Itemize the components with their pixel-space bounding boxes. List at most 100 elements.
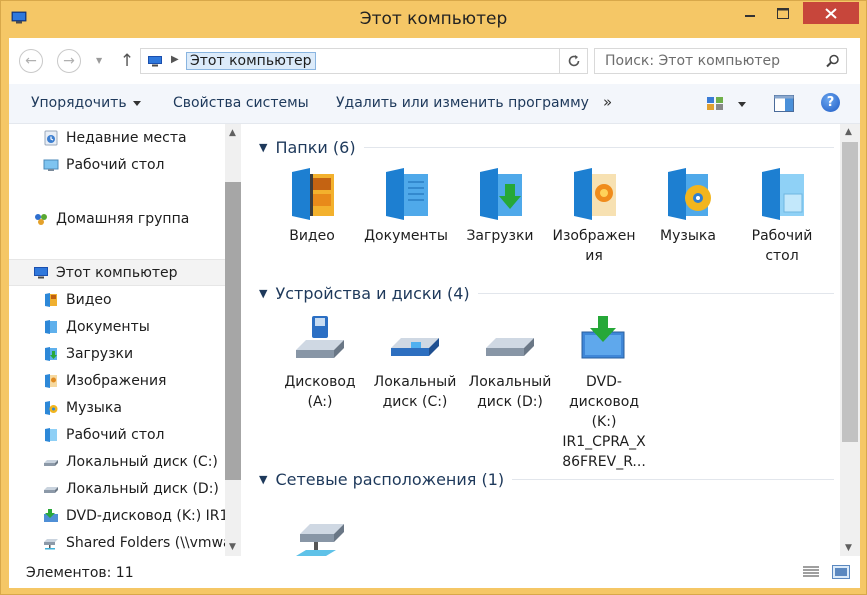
chevron-down-icon[interactable]: ▼ bbox=[259, 287, 267, 300]
music-folder-icon bbox=[45, 400, 58, 415]
search-box[interactable]: Поиск: Этот компьютер bbox=[594, 48, 847, 74]
search-input[interactable]: Поиск: Этот компьютер bbox=[605, 53, 780, 69]
drive-tile[interactable]: Локальный диск (C:) bbox=[370, 312, 460, 412]
desktop-icon bbox=[43, 159, 59, 171]
sidebar-item-shared-folders[interactable]: Shared Folders (\\vmwa bbox=[9, 529, 225, 556]
sidebar-item-label: Музыка bbox=[66, 399, 122, 416]
arrow-right-icon: → bbox=[63, 53, 75, 69]
sidebar-item-label: Shared Folders (\\vmwa bbox=[66, 534, 225, 551]
sidebar-item-label: Недавние места bbox=[66, 129, 187, 146]
address-path[interactable]: Этот компьютер bbox=[186, 52, 316, 70]
local-disk-icon bbox=[44, 459, 58, 466]
folder-tile[interactable]: Документы bbox=[361, 166, 451, 246]
folder-tile[interactable]: Видео bbox=[267, 166, 357, 246]
group-header-devices[interactable]: ▼ Устройства и диски (4) bbox=[259, 284, 834, 303]
sidebar-item-desktop-folder[interactable]: Рабочий стол bbox=[9, 421, 225, 448]
scrollbar-thumb[interactable] bbox=[842, 142, 858, 442]
folder-tile[interactable]: Музыка bbox=[643, 166, 733, 246]
sidebar-item-music[interactable]: Музыка bbox=[9, 394, 225, 421]
floppy-drive-icon bbox=[296, 316, 344, 358]
large-icons-view-icon[interactable] bbox=[832, 565, 850, 579]
up-button[interactable]: ↑ bbox=[117, 51, 137, 71]
sidebar-item-pictures[interactable]: Изображения bbox=[9, 367, 225, 394]
drive-tile[interactable]: Локальный диск (D:) bbox=[465, 312, 555, 412]
back-button[interactable]: ← bbox=[19, 49, 43, 73]
more-commands-button[interactable]: » bbox=[603, 93, 612, 111]
maximize-button[interactable] bbox=[765, 2, 801, 24]
drive-tile[interactable]: Дисковод (A:) bbox=[275, 312, 365, 412]
sidebar-item-downloads[interactable]: Загрузки bbox=[9, 340, 225, 367]
documents-folder-icon bbox=[386, 168, 428, 220]
refresh-icon bbox=[568, 55, 579, 67]
sidebar-item-label: Локальный диск (C:) bbox=[66, 453, 218, 470]
organize-button[interactable]: Упорядочить bbox=[31, 95, 141, 111]
search-icon[interactable] bbox=[826, 54, 840, 68]
help-button[interactable]: ? bbox=[821, 93, 840, 112]
breadcrumb-separator-icon[interactable]: ▶ bbox=[171, 54, 179, 65]
recent-places-icon bbox=[44, 130, 58, 145]
computer-icon bbox=[34, 266, 48, 278]
sidebar-item-disk-d[interactable]: Локальный диск (D:) bbox=[9, 475, 225, 502]
sidebar-item-disk-c[interactable]: Локальный диск (C:) bbox=[9, 448, 225, 475]
network-location-tile[interactable] bbox=[275, 508, 365, 556]
downloads-folder-icon bbox=[480, 168, 522, 220]
content-scrollbar[interactable]: ▲ ▼ bbox=[840, 124, 860, 556]
arrow-up-icon: ↑ bbox=[119, 51, 135, 71]
sidebar-item-desktop[interactable]: Рабочий стол bbox=[9, 151, 225, 178]
group-divider bbox=[512, 479, 834, 480]
sidebar-item-this-pc[interactable]: Этот компьютер bbox=[9, 259, 225, 286]
navigation-scrollbar[interactable]: ▲ ▼ bbox=[225, 124, 241, 556]
explorer-window: Этот компьютер ← → ▼ ↑ ▶ Этот компьютер … bbox=[0, 0, 867, 595]
dvd-drive-icon bbox=[44, 508, 58, 522]
recent-locations-dropdown[interactable]: ▼ bbox=[96, 56, 104, 65]
uninstall-program-button[interactable]: Удалить или изменить программу bbox=[336, 95, 589, 111]
sidebar-item-video[interactable]: Видео bbox=[9, 286, 225, 313]
content-pane: ▼ Папки (6) Видео Документы Загрузки Изо… bbox=[249, 124, 840, 556]
tile-label: Дисковод (A:) bbox=[284, 374, 356, 410]
network-drive-icon bbox=[296, 524, 344, 556]
scroll-up-icon[interactable]: ▲ bbox=[229, 128, 236, 138]
video-folder-icon bbox=[292, 168, 334, 220]
sidebar-item-dvd-k[interactable]: DVD-дисковод (K:) IR1_ bbox=[9, 502, 225, 529]
tile-label: Локальный диск (C:) bbox=[373, 374, 457, 410]
close-icon bbox=[825, 7, 837, 19]
tile-label: DVD-дисковод (K:) IR1_CPRA_X86FREV_R... bbox=[562, 374, 646, 470]
sidebar-item-recent-places[interactable]: Недавние места bbox=[9, 124, 225, 151]
sidebar-item-label: Видео bbox=[66, 291, 112, 308]
sidebar-item-documents[interactable]: Документы bbox=[9, 313, 225, 340]
folder-tile[interactable]: Изображения bbox=[549, 166, 639, 266]
refresh-button[interactable] bbox=[560, 48, 588, 74]
title-bar[interactable]: Этот компьютер bbox=[1, 1, 866, 38]
scroll-up-icon[interactable]: ▲ bbox=[845, 127, 852, 137]
chevron-down-icon[interactable]: ▼ bbox=[259, 141, 267, 154]
preview-pane-icon[interactable] bbox=[774, 95, 794, 112]
scroll-down-icon[interactable]: ▼ bbox=[845, 543, 852, 553]
forward-button[interactable]: → bbox=[57, 49, 81, 73]
group-divider bbox=[477, 293, 834, 294]
drive-tile[interactable]: DVD-дисковод (K:) IR1_CPRA_X86FREV_R... bbox=[559, 312, 649, 472]
system-properties-button[interactable]: Свойства системы bbox=[173, 95, 309, 111]
close-button[interactable] bbox=[803, 2, 859, 24]
folder-tile[interactable]: Загрузки bbox=[455, 166, 545, 246]
desktop-folder-icon bbox=[762, 168, 804, 220]
folder-tile[interactable]: Рабочий стол bbox=[737, 166, 827, 266]
chevron-down-icon[interactable]: ▼ bbox=[259, 473, 267, 486]
details-view-icon[interactable] bbox=[802, 565, 820, 579]
group-header-folders[interactable]: ▼ Папки (6) bbox=[259, 138, 834, 157]
scrollbar-thumb[interactable] bbox=[225, 182, 241, 480]
scroll-down-icon[interactable]: ▼ bbox=[229, 542, 236, 552]
group-header-network[interactable]: ▼ Сетевые расположения (1) bbox=[259, 470, 834, 489]
group-title: Папки (6) bbox=[275, 138, 356, 157]
change-view-icon[interactable] bbox=[706, 96, 724, 111]
sidebar-item-label: Загрузки bbox=[66, 345, 134, 362]
sidebar-item-label: Рабочий стол bbox=[66, 156, 165, 173]
group-divider bbox=[363, 147, 834, 148]
dvd-drive-icon bbox=[581, 316, 625, 359]
sidebar-item-homegroup[interactable]: Домашняя группа bbox=[9, 205, 225, 232]
minimize-button[interactable] bbox=[736, 2, 763, 24]
address-bar[interactable]: ▶ Этот компьютер bbox=[140, 48, 560, 74]
view-options-dropdown[interactable] bbox=[738, 102, 746, 107]
pictures-folder-icon bbox=[45, 373, 57, 388]
items-count: Элементов: 11 bbox=[26, 565, 134, 581]
video-folder-icon bbox=[45, 292, 57, 307]
